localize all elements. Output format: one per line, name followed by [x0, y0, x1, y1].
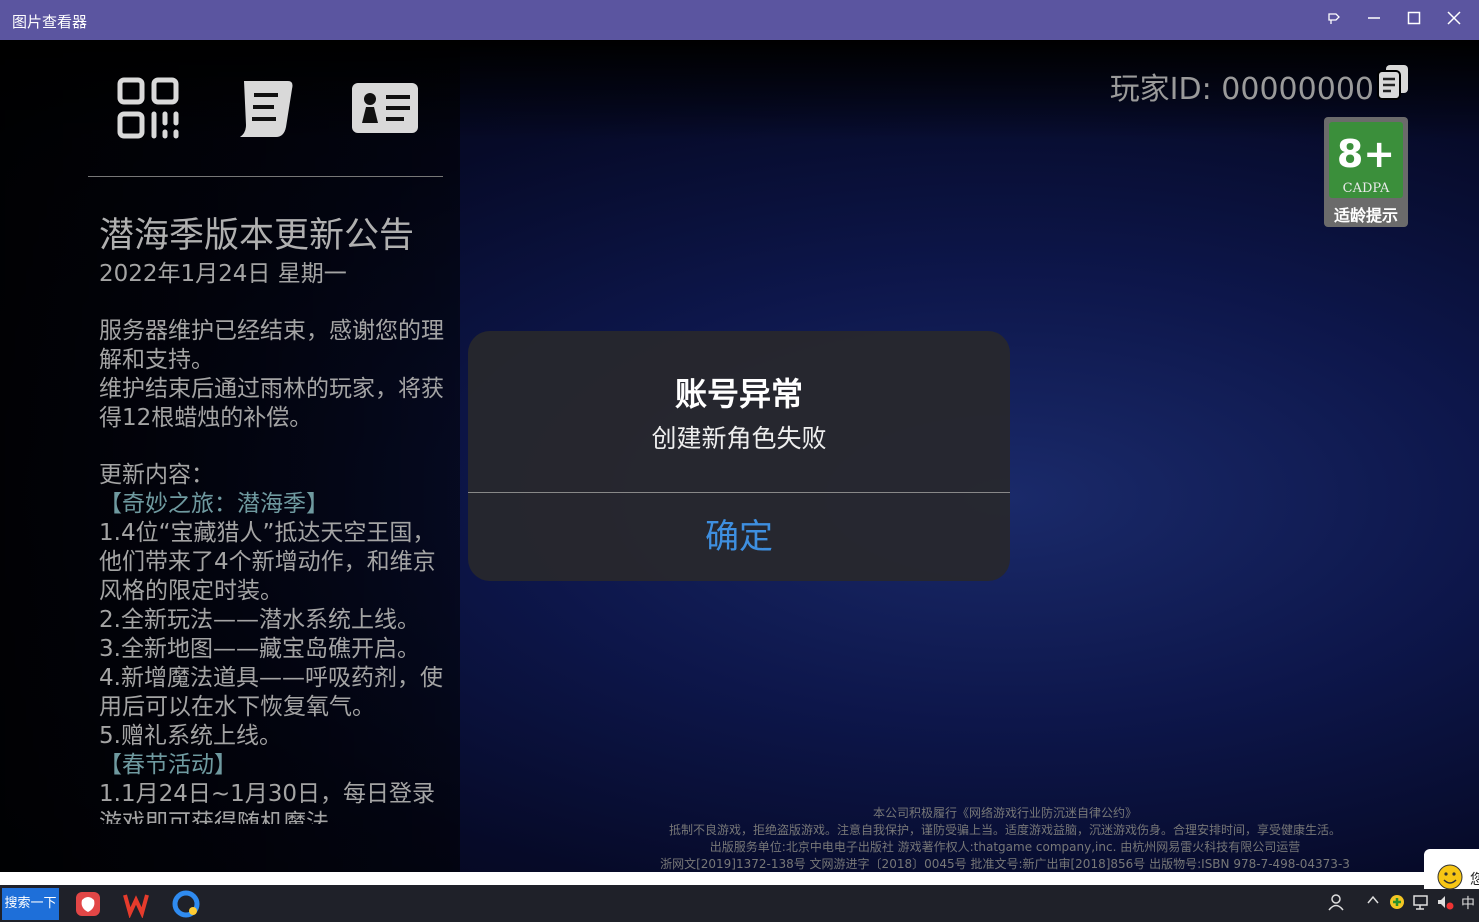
legal-line: 出版服务单位:北京中电电子出版社 游戏著作权人:thatgame company…: [709, 840, 1301, 854]
dialog-message: 创建新角色失败: [651, 424, 827, 453]
notice-item: 2.全新玩法——潜水系统上线。: [99, 607, 420, 633]
notice-intro: 服务器维护已经结束，感谢您的理解和支持。 维护结束后通过雨林的玩家，将获得12根…: [99, 317, 444, 433]
game-app-icon[interactable]: [74, 890, 102, 918]
notice-content-label: 更新内容：: [99, 462, 214, 488]
notice-panel: 潜海季版本更新公告 2022年1月24日 星期一 服务器维护已经结束，感谢您的理…: [0, 40, 460, 872]
id-card-icon[interactable]: [352, 83, 418, 137]
notice-item: 3.全新地图——藏宝岛礁开启。: [99, 636, 420, 662]
notice-date: 2022年1月24日 星期一: [99, 261, 347, 287]
dialog-title: 账号异常: [674, 375, 803, 413]
legal-line: 本公司积极履行《网络游戏行业防沉迷自律公约》: [872, 806, 1137, 820]
age-rating-badge: 8+ CADPA 适龄提示: [1324, 117, 1408, 227]
chevron-up-icon[interactable]: [1366, 893, 1380, 911]
ime-indicator[interactable]: 中: [1461, 893, 1475, 913]
notice-item: 1.4位“宝藏猎人”抵达天空王国，他们带来了4个新增动作，和维京风格的限定时装。: [99, 520, 436, 604]
network-icon[interactable]: [1412, 893, 1430, 915]
account-error-dialog: 账号异常 创建新角色失败 确定: [468, 331, 1010, 581]
close-icon[interactable]: [1436, 6, 1472, 34]
viewer-bottom-strip: [0, 872, 1479, 885]
search-button[interactable]: 搜索一下: [2, 888, 59, 920]
notice-intro-line: 服务器维护已经结束，感谢您的理解和支持。: [99, 318, 444, 373]
notice-section-heading: 【春节活动】: [99, 752, 237, 778]
volume-muted-icon[interactable]: [1436, 893, 1454, 915]
pin-icon[interactable]: [1316, 6, 1352, 34]
game-screen: 潜海季版本更新公告 2022年1月24日 星期一 服务器维护已经结束，感谢您的理…: [0, 40, 1479, 872]
age-rating-org: CADPA: [1342, 181, 1390, 196]
taskbar: 搜索一下 中: [0, 885, 1479, 922]
age-rating-panel: 8+ CADPA: [1329, 122, 1403, 198]
notice-item: 1.1月24日~1月30日，每日登录游戏即可获得随机魔法: [99, 781, 436, 824]
browser-icon[interactable]: [172, 890, 200, 918]
legal-notice: 本公司积极履行《网络游戏行业防沉迷自律公约》 抵制不良游戏，拒绝盗版游戏。注意自…: [600, 805, 1410, 872]
people-icon[interactable]: [1328, 893, 1346, 915]
minimize-icon[interactable]: [1356, 6, 1392, 34]
legal-line: 抵制不良游戏，拒绝盗版游戏。注意自我保护，谨防受骗上当。适度游戏益脑，沉迷游戏伤…: [668, 823, 1341, 837]
player-id-label: 玩家ID:: [1109, 72, 1212, 107]
notice-item: 5.赠礼系统上线。: [99, 723, 282, 749]
age-rating: 8+: [1336, 132, 1396, 176]
player-id: 玩家ID: 00000000: [1110, 64, 1374, 108]
notification-popup[interactable]: 您: [1424, 849, 1479, 890]
legal-line: 浙网文[2019]1372-138号 文网游进字〔2018〕0045号 批准文号…: [660, 857, 1350, 871]
update-notice[interactable]: 潜海季版本更新公告 2022年1月24日 星期一 服务器维护已经结束，感谢您的理…: [99, 212, 444, 824]
player-id-value: 00000000: [1221, 72, 1374, 107]
panel-divider: [88, 176, 443, 177]
smiley-icon: [1436, 863, 1464, 895]
security-tray-icon[interactable]: [1388, 893, 1406, 915]
popup-text: 您: [1470, 872, 1479, 888]
scroll-icon[interactable]: [236, 77, 296, 143]
notice-item: 4.新增魔法道具——呼吸药剂，使用后可以在水下恢复氧气。: [99, 665, 443, 720]
wps-icon[interactable]: [122, 890, 150, 919]
qr-code-icon[interactable]: [117, 77, 179, 143]
window-titlebar: 图片查看器: [0, 0, 1479, 40]
copy-icon[interactable]: [1376, 64, 1410, 104]
confirm-button[interactable]: 确定: [468, 493, 1010, 581]
notice-section-heading: 【奇妙之旅：潜海季】: [99, 491, 329, 517]
window-title: 图片查看器: [12, 13, 88, 31]
notice-intro-line: 维护结束后通过雨林的玩家，将获得12根蜡烛的补偿。: [99, 376, 444, 431]
maximize-icon[interactable]: [1396, 6, 1432, 34]
notice-title: 潜海季版本更新公告: [99, 216, 415, 256]
age-rating-tip: 适龄提示: [1333, 206, 1398, 225]
